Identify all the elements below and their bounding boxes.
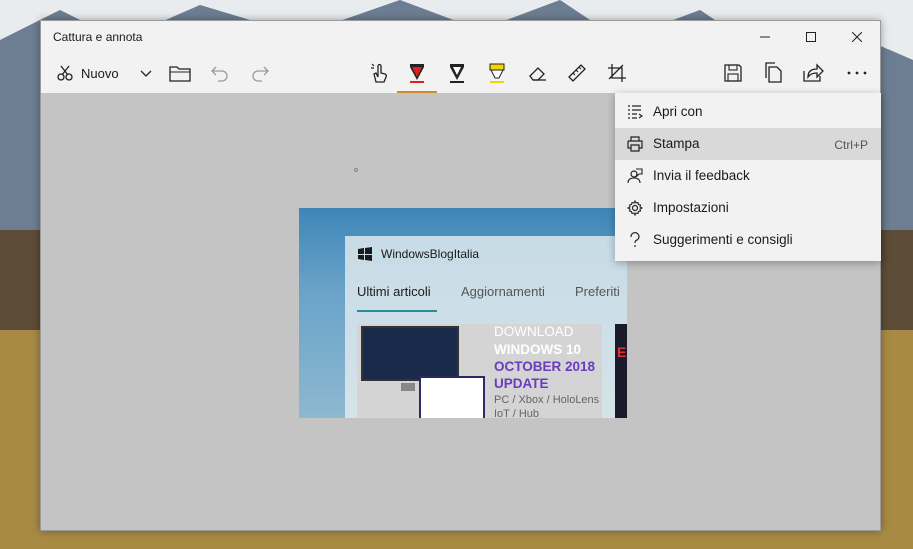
brand-name: WindowsBlogItalia [381,247,480,261]
share-button[interactable] [795,53,831,93]
ballpoint-pen-button[interactable] [397,53,437,93]
menu-item-tips[interactable]: Suggerimenti e consigli [615,224,881,256]
new-snip-dropdown[interactable] [133,53,159,93]
menu-label-tips: Suggerimenti e consigli [653,232,793,247]
monitor-graphic [361,326,459,381]
active-tab-underline [357,310,437,312]
highlighter-button[interactable] [479,53,515,93]
title-bar: Cattura e annota [41,21,880,53]
menu-label-settings: Impostazioni [653,200,729,215]
article-line-6: IoT / Hub [494,408,540,418]
window-title: Cattura e annota [53,30,143,44]
feedback-icon [627,168,643,184]
pencil-icon [450,64,464,83]
ruler-icon [568,64,586,82]
eraser-button[interactable] [519,53,555,93]
gear-icon [627,200,643,216]
side-thumbnail: E [615,324,627,418]
article-line-1: DOWNLOAD [494,324,574,339]
printer-icon [627,136,643,152]
menu-item-feedback[interactable]: Invia il feedback [615,160,881,192]
ruler-button[interactable] [559,53,595,93]
redo-button[interactable] [245,53,275,93]
article-line-3: OCTOBER 2018 [494,359,596,374]
menu-shortcut-print: Ctrl+P [834,138,868,152]
undo-icon [211,66,228,82]
maximize-icon [806,32,816,42]
menu-label-feedback: Invia il feedback [653,168,750,183]
article-thumbnail: DOWNLOAD WINDOWS 10 OCTOBER 2018 UPDATE … [357,324,602,418]
save-button[interactable] [715,53,751,93]
share-icon [803,63,824,82]
more-options-button[interactable] [839,53,875,93]
more-icon [847,71,867,75]
question-icon [630,232,640,247]
captured-tab-favorites: Preferiti [575,284,620,299]
highlighter-icon [489,63,505,83]
pencil-button[interactable] [439,53,475,93]
minimize-button[interactable] [742,21,788,53]
new-snip-button[interactable]: Nuovo [49,53,131,93]
windows-logo-icon [358,247,372,261]
article-line-2: WINDOWS 10 [494,342,582,357]
snip-sketch-window: Cattura e annota Nuovo WindowsBlogItalia… [40,20,881,531]
snip-icon [57,65,73,81]
monitor-stand-graphic [401,383,415,391]
ballpoint-pen-icon [410,64,424,83]
eraser-icon [529,67,546,81]
open-with-icon [628,105,643,119]
article-line-4: UPDATE [494,376,549,391]
folder-icon [169,66,191,82]
laptop-graphic [419,376,485,418]
copy-icon [765,62,782,83]
touch-writing-button[interactable] [362,53,396,93]
menu-item-settings[interactable]: Impostazioni [615,192,881,224]
captured-image: WindowsBlogItalia Ultimi articoli Aggior… [299,208,627,418]
close-icon [852,32,862,42]
menu-item-print[interactable]: Stampa Ctrl+P [615,128,881,160]
save-icon [724,64,742,82]
chevron-down-icon [140,70,152,77]
menu-label-open-with: Apri con [653,104,703,119]
crop-button[interactable] [599,53,635,93]
side-thumbnail-text: E [617,344,627,360]
open-file-button[interactable] [165,53,195,93]
touch-writing-icon [371,63,387,83]
article-line-5: PC / Xbox / HoloLens [494,394,600,406]
minimize-icon [760,36,770,38]
captured-tab-latest: Ultimi articoli [357,284,431,299]
menu-item-open-with[interactable]: Apri con [615,96,881,128]
copy-button[interactable] [755,53,791,93]
redo-icon [252,66,269,82]
maximize-button[interactable] [788,21,834,53]
close-button[interactable] [834,21,880,53]
undo-button[interactable] [205,53,235,93]
crop-icon [608,64,626,82]
toolbar: Nuovo [41,53,880,93]
menu-label-print: Stampa [653,136,700,151]
captured-tab-updates: Aggiornamenti [461,284,545,299]
more-options-menu: Apri con Stampa Ctrl+P Invia il feedback… [615,93,881,261]
new-snip-label: Nuovo [81,65,119,81]
cursor-dot [354,168,358,172]
captured-app-card: WindowsBlogItalia Ultimi articoli Aggior… [345,236,627,418]
